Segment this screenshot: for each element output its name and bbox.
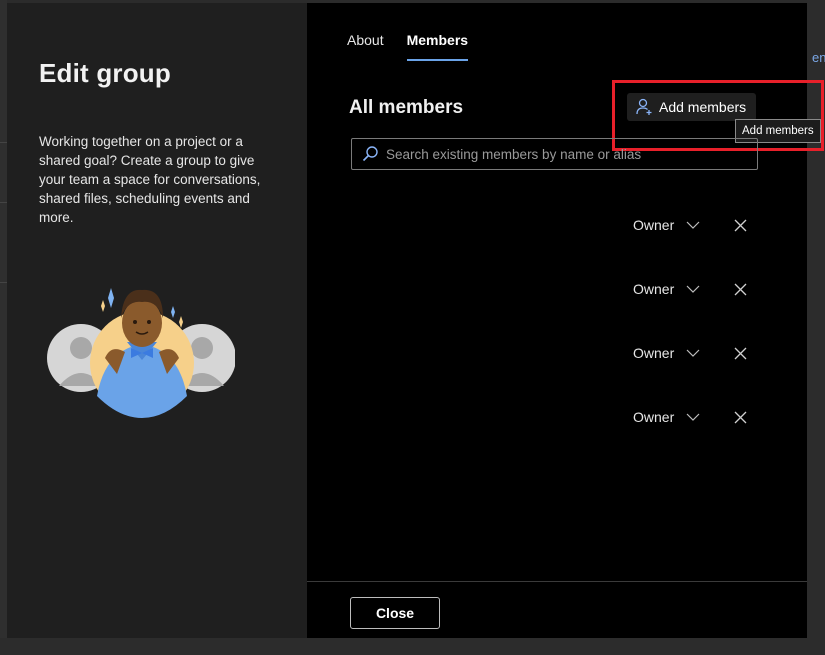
group-people-illustration	[47, 288, 235, 418]
member-row: Owner	[351, 274, 751, 304]
chevron-down-icon	[686, 349, 700, 357]
close-icon	[734, 283, 746, 295]
role-dropdown[interactable]: Owner	[633, 274, 700, 304]
background-divider	[0, 202, 7, 203]
background-app-right	[807, 0, 825, 655]
edit-group-dialog: Edit group Working together on a project…	[7, 3, 824, 638]
close-icon	[734, 219, 746, 231]
remove-member-button[interactable]	[730, 215, 750, 235]
background-app-bottom	[0, 638, 825, 655]
close-icon	[734, 347, 746, 359]
chevron-down-icon	[686, 221, 700, 229]
role-dropdown[interactable]: Owner	[633, 402, 700, 432]
tab-members[interactable]: Members	[406, 32, 469, 61]
remove-member-button[interactable]	[730, 279, 750, 299]
add-person-icon	[636, 98, 652, 115]
background-divider	[0, 282, 7, 283]
dialog-title: Edit group	[39, 58, 171, 88]
footer-divider	[307, 581, 807, 582]
remove-member-button[interactable]	[730, 343, 750, 363]
remove-member-button[interactable]	[730, 407, 750, 427]
search-input[interactable]	[386, 146, 746, 162]
add-members-button[interactable]: Add members	[627, 93, 757, 121]
add-members-label: Add members	[659, 99, 747, 115]
background-divider	[0, 142, 7, 143]
all-members-heading: All members	[349, 97, 464, 118]
close-icon	[734, 411, 746, 423]
dialog-left-panel: Edit group Working together on a project…	[7, 3, 307, 638]
member-row: Owner	[351, 338, 751, 368]
background-app-edge	[0, 0, 7, 655]
member-search-box[interactable]	[351, 138, 758, 170]
role-label: Owner	[633, 409, 675, 425]
member-row: Owner	[351, 210, 751, 240]
dialog-right-panel: About Members All members Add members Ad…	[307, 3, 824, 638]
dialog-description: Working together on a project or a share…	[39, 134, 261, 225]
tab-about[interactable]: About	[347, 32, 384, 61]
dialog-tabs: About Members	[347, 32, 469, 61]
role-label: Owner	[633, 217, 675, 233]
role-label: Owner	[633, 345, 675, 361]
member-row: Owner	[351, 402, 751, 432]
close-button[interactable]: Close	[350, 597, 440, 629]
search-icon	[362, 146, 378, 162]
role-label: Owner	[633, 281, 675, 297]
role-dropdown[interactable]: Owner	[633, 338, 700, 368]
chevron-down-icon	[686, 413, 700, 421]
background-link-text: end	[812, 50, 825, 65]
chevron-down-icon	[686, 285, 700, 293]
role-dropdown[interactable]: Owner	[633, 210, 700, 240]
